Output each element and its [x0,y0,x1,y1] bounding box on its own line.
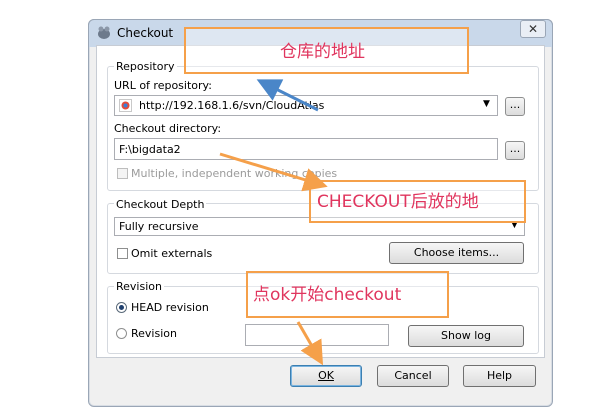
arrow-to-ok [296,321,324,366]
annotation-arrows [219,79,328,366]
arrow-to-url [256,79,319,112]
arrow-from-dir [219,152,328,192]
